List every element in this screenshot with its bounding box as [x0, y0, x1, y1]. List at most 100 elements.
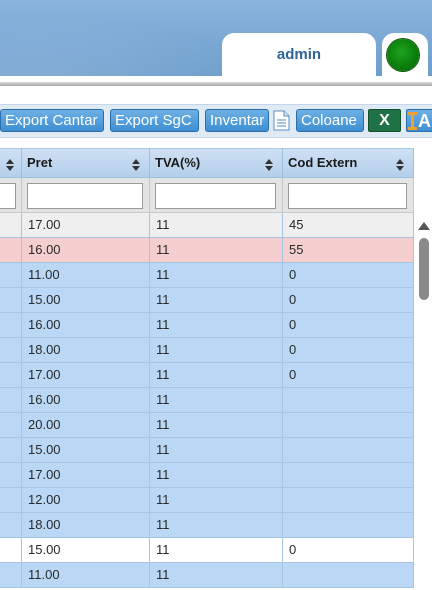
column-header-previous[interactable] — [0, 148, 22, 178]
export-sgc-button[interactable]: Export SgC — [110, 109, 199, 132]
cell-tva[interactable]: 11 — [150, 488, 283, 513]
cell-tva[interactable]: 11 — [150, 388, 283, 413]
coloane-button[interactable]: Coloane — [296, 109, 364, 132]
cell-pret[interactable]: 17.00 — [22, 463, 150, 488]
cell-previous[interactable] — [0, 538, 22, 563]
cell-previous[interactable] — [0, 413, 22, 438]
sort-icon[interactable] — [265, 159, 274, 171]
cell-pret[interactable]: 18.00 — [22, 338, 150, 363]
cell-tva[interactable]: 11 — [150, 413, 283, 438]
sort-icon[interactable] — [396, 159, 405, 171]
cell-cod-extern[interactable] — [283, 488, 414, 513]
cell-cod-extern[interactable] — [283, 413, 414, 438]
cell-tva[interactable]: 11 — [150, 238, 283, 263]
cell-tva[interactable]: 11 — [150, 288, 283, 313]
cell-cod-extern[interactable] — [283, 438, 414, 463]
cell-cod-extern[interactable]: 0 — [283, 288, 414, 313]
table-row[interactable]: 15.00 11 0 — [0, 288, 414, 313]
cell-previous[interactable] — [0, 213, 22, 238]
cell-pret[interactable]: 11.00 — [22, 263, 150, 288]
filter-input-pret[interactable] — [27, 183, 143, 209]
cell-cod-extern[interactable]: 45 — [283, 213, 414, 238]
cell-previous[interactable] — [0, 438, 22, 463]
filter-input-cod-extern[interactable] — [288, 183, 407, 209]
table-row[interactable]: 16.00 11 55 — [0, 238, 414, 263]
sort-icon[interactable] — [6, 159, 15, 171]
excel-export-button[interactable]: X — [368, 109, 401, 132]
cell-tva[interactable]: 11 — [150, 263, 283, 288]
cell-previous[interactable] — [0, 288, 22, 313]
cell-tva[interactable]: 11 — [150, 363, 283, 388]
table-row[interactable]: 20.00 11 — [0, 413, 414, 438]
vertical-scrollbar[interactable] — [414, 213, 432, 590]
scroll-up-arrow-icon[interactable] — [418, 222, 430, 230]
cell-tva[interactable]: 11 — [150, 338, 283, 363]
table-row[interactable]: 18.00 11 — [0, 513, 414, 538]
table-row[interactable]: 17.00 11 45 — [0, 213, 414, 238]
cell-pret[interactable]: 12.00 — [22, 488, 150, 513]
column-header-pret[interactable]: Pret — [22, 148, 150, 178]
column-header-tva[interactable]: TVA(%) — [150, 148, 283, 178]
export-cantar-button[interactable]: Export Cantar — [0, 109, 104, 132]
online-status-icon[interactable] — [387, 39, 419, 71]
cell-pret[interactable]: 11.00 — [22, 563, 150, 588]
table-row[interactable]: 11.00 11 0 — [0, 263, 414, 288]
cell-previous[interactable] — [0, 463, 22, 488]
cell-tva[interactable]: 11 — [150, 563, 283, 588]
user-tab[interactable]: admin — [222, 33, 376, 77]
table-row[interactable]: 16.00 11 0 — [0, 313, 414, 338]
cell-cod-extern[interactable] — [283, 563, 414, 588]
scroll-thumb[interactable] — [419, 238, 429, 300]
cell-tva[interactable]: 11 — [150, 513, 283, 538]
cell-cod-extern[interactable] — [283, 513, 414, 538]
cell-pret[interactable]: 16.00 — [22, 238, 150, 263]
cell-cod-extern[interactable] — [283, 388, 414, 413]
cell-previous[interactable] — [0, 313, 22, 338]
cell-pret[interactable]: 15.00 — [22, 288, 150, 313]
username-label[interactable]: admin — [277, 46, 321, 63]
text-format-icon[interactable]: A — [406, 109, 432, 132]
table-row[interactable]: 15.00 11 — [0, 438, 414, 463]
cell-previous[interactable] — [0, 363, 22, 388]
cell-tva[interactable]: 11 — [150, 438, 283, 463]
cell-pret[interactable]: 16.00 — [22, 388, 150, 413]
table-row[interactable]: 17.00 11 — [0, 463, 414, 488]
filter-input-tva[interactable] — [155, 183, 276, 209]
cell-pret[interactable]: 18.00 — [22, 513, 150, 538]
cell-pret[interactable]: 15.00 — [22, 538, 150, 563]
table-row[interactable]: 12.00 11 — [0, 488, 414, 513]
cell-cod-extern[interactable]: 55 — [283, 238, 414, 263]
cell-previous[interactable] — [0, 263, 22, 288]
column-header-cod-extern[interactable]: Cod Extern — [283, 148, 414, 178]
cell-cod-extern[interactable]: 0 — [283, 538, 414, 563]
table-row[interactable]: 15.00 11 0 — [0, 538, 414, 563]
filter-input-previous[interactable] — [0, 183, 16, 209]
cell-tva[interactable]: 11 — [150, 213, 283, 238]
cell-pret[interactable]: 20.00 — [22, 413, 150, 438]
cell-pret[interactable]: 17.00 — [22, 363, 150, 388]
cell-previous[interactable] — [0, 563, 22, 588]
cell-pret[interactable]: 17.00 — [22, 213, 150, 238]
document-icon[interactable] — [273, 110, 290, 131]
cell-cod-extern[interactable]: 0 — [283, 363, 414, 388]
inventar-button[interactable]: Inventar — [205, 109, 269, 132]
cell-cod-extern[interactable]: 0 — [283, 263, 414, 288]
cell-tva[interactable]: 11 — [150, 313, 283, 338]
sort-icon[interactable] — [132, 159, 141, 171]
cell-pret[interactable]: 16.00 — [22, 313, 150, 338]
cell-previous[interactable] — [0, 338, 22, 363]
cell-tva[interactable]: 11 — [150, 463, 283, 488]
cell-previous[interactable] — [0, 488, 22, 513]
table-row[interactable]: 11.00 11 — [0, 563, 414, 588]
cell-cod-extern[interactable]: 0 — [283, 338, 414, 363]
cell-tva[interactable]: 11 — [150, 538, 283, 563]
table-row[interactable]: 16.00 11 — [0, 388, 414, 413]
table-row[interactable]: 18.00 11 0 — [0, 338, 414, 363]
cell-previous[interactable] — [0, 238, 22, 263]
cell-pret[interactable]: 15.00 — [22, 438, 150, 463]
table-row[interactable]: 17.00 11 0 — [0, 363, 414, 388]
cell-previous[interactable] — [0, 388, 22, 413]
status-tab[interactable] — [382, 33, 428, 77]
cell-cod-extern[interactable] — [283, 463, 414, 488]
cell-cod-extern[interactable]: 0 — [283, 313, 414, 338]
